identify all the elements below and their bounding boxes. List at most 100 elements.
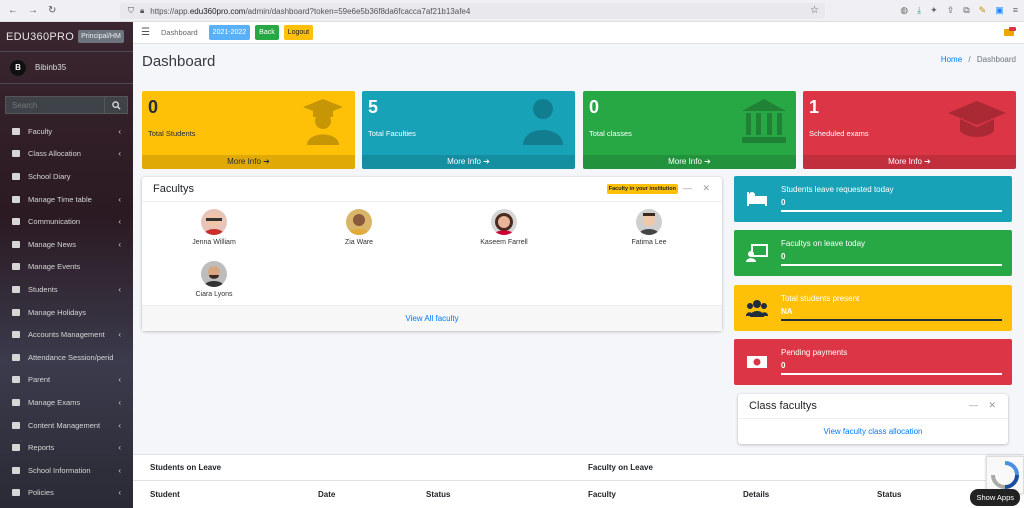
chalkboard-teacher-icon	[746, 244, 768, 262]
close-icon[interactable]: ✕	[988, 400, 996, 411]
sidebar-item-policies[interactable]: Policies ‹	[0, 482, 133, 505]
faculty-member[interactable]: Fatima Lee	[609, 209, 689, 246]
faculty-photo	[636, 209, 662, 235]
address-bar[interactable]: ⛉ 🔒︎ https://app.edu360pro.com/admin/das…	[120, 3, 825, 19]
students-icon	[10, 284, 22, 294]
breadcrumb-separator: /	[968, 55, 971, 64]
column-header-date: Date	[318, 490, 336, 499]
faculty-member[interactable]: Zia Ware	[319, 209, 399, 246]
content-icon	[10, 420, 22, 430]
sidebar-item-label: Students	[28, 284, 58, 294]
more-info-link[interactable]: More Info ➔	[583, 155, 796, 169]
faculty-photo	[201, 209, 227, 235]
sidebar-item-reports[interactable]: Reports ‹	[0, 436, 133, 459]
academic-year-button[interactable]: 2021-2022	[208, 25, 251, 40]
browser-nav: ← → ↻	[0, 5, 120, 16]
download-icon[interactable]: ⤓	[917, 5, 921, 16]
nav-dashboard-link[interactable]: Dashboard	[161, 28, 198, 37]
faculty-photo	[491, 209, 517, 235]
sidebar-item-manage-exams[interactable]: Manage Exams ‹	[0, 391, 133, 414]
faculty-member[interactable]: Jenna William	[174, 209, 254, 246]
pocket-icon[interactable]: ◍	[900, 5, 908, 16]
faculty-photo	[201, 261, 227, 287]
sidebar-item-school-diary[interactable]: School Diary	[0, 165, 133, 188]
hamburger-icon[interactable]: ☰	[141, 27, 150, 38]
breadcrumb-current: Dashboard	[976, 55, 1016, 64]
more-info-label: More Info	[447, 157, 481, 166]
share-icon[interactable]: ⇪	[947, 5, 955, 16]
sidebar-item-content-management[interactable]: Content Management ‹	[0, 414, 133, 437]
sidebar-item-label: Class Allocation	[28, 149, 81, 159]
minimize-icon[interactable]: —	[683, 183, 692, 193]
sidebar-item-label: Faculty	[28, 126, 53, 136]
stat-label: Total classes	[589, 129, 632, 138]
user-panel[interactable]: B Bibinb35	[0, 52, 133, 84]
faculty-member[interactable]: Ciara Lyons	[174, 261, 254, 298]
info-value: NA	[781, 307, 793, 316]
bookmark-star-icon[interactable]: ☆	[810, 5, 819, 16]
stat-value: 5	[368, 97, 379, 117]
column-header-status: Status	[877, 490, 902, 499]
menu-icon[interactable]: ≡	[1013, 5, 1018, 16]
sidebar-item-label: Content Management	[28, 420, 101, 430]
reload-icon[interactable]: ↻	[48, 5, 56, 16]
chevron-left-icon: ‹	[118, 465, 121, 475]
more-info-link[interactable]: More Info ➔	[362, 155, 575, 169]
close-icon[interactable]: ✕	[702, 183, 710, 194]
chevron-left-icon: ‹	[118, 284, 121, 294]
forward-arrow-icon[interactable]: →	[28, 5, 38, 16]
sidebar-item-manage-holidays[interactable]: Manage Holidays	[0, 301, 133, 324]
brand[interactable]: EDU360PRO Principal/HM	[0, 22, 133, 52]
search-input[interactable]	[5, 96, 105, 114]
more-info-link[interactable]: More Info ➔	[803, 155, 1016, 169]
faculty-badge: Faculty in your institution	[606, 184, 678, 194]
sidebar-item-parent[interactable]: Parent ‹	[0, 369, 133, 392]
sidebar-item-class-allocation[interactable]: Class Allocation ‹	[0, 143, 133, 166]
sidebar-item-faculty[interactable]: Faculty ‹	[0, 120, 133, 143]
class-allocation-link[interactable]: View faculty class allocation	[738, 427, 1008, 436]
sidebar-item-manage-events[interactable]: Manage Events	[0, 256, 133, 279]
chevron-left-icon: ‹	[118, 149, 121, 159]
sidebar-item-communication[interactable]: Communication ‹	[0, 210, 133, 233]
back-button[interactable]: Back	[255, 25, 279, 40]
user-name: Bibinb35	[35, 63, 67, 72]
stat-value: 1	[809, 97, 820, 117]
back-arrow-icon[interactable]: ←	[8, 5, 18, 16]
logout-button[interactable]: Logout	[283, 25, 314, 40]
more-info-label: More Info	[888, 157, 922, 166]
chevron-left-icon: ‹	[118, 420, 121, 430]
progress-bar	[781, 264, 1002, 266]
stat-total-students: 0 Total Students More Info ➔	[142, 91, 355, 169]
sidebar-item-manage-time-table[interactable]: Manage Time table ‹	[0, 188, 133, 211]
puzzle-icon[interactable]: ⧉	[963, 5, 969, 16]
browser-toolbar: ← → ↻ ⛉ 🔒︎ https://app.edu360pro.com/adm…	[0, 0, 1024, 22]
timetable-icon	[10, 194, 22, 204]
sidebar-menu: Faculty ‹ Class Allocation ‹ School Diary Man…	[0, 120, 133, 504]
card-title: Class facultys	[749, 400, 817, 412]
graduate-icon	[303, 99, 343, 145]
faculty-name: Ciara Lyons	[195, 291, 233, 298]
sidebar-item-students[interactable]: Students ‹	[0, 278, 133, 301]
extension-icon[interactable]: ✦	[930, 5, 938, 16]
sidebar-item-school-information[interactable]: School Information ‹	[0, 459, 133, 482]
profile-icon[interactable]: ▣	[995, 5, 1004, 16]
minimize-icon[interactable]: —	[969, 400, 978, 410]
chevron-left-icon: ‹	[118, 488, 121, 498]
breadcrumb-home[interactable]: Home	[941, 55, 962, 64]
search-button[interactable]	[105, 96, 128, 114]
sidebar-item-manage-news[interactable]: Manage News ‹	[0, 233, 133, 256]
view-all-faculty-link[interactable]: View All faculty	[142, 305, 722, 331]
pen-icon[interactable]: ✎	[979, 5, 987, 16]
faculty-member[interactable]: Kaseem Farrell	[464, 209, 544, 246]
sidebar-item-accounts-management[interactable]: Accounts Management ‹	[0, 323, 133, 346]
more-info-link[interactable]: More Info ➔	[142, 155, 355, 169]
sidebar-item-label: School Information	[28, 465, 91, 475]
avatar: B	[10, 59, 26, 76]
chevron-left-icon: ‹	[118, 375, 121, 385]
stat-label: Scheduled exams	[809, 129, 869, 138]
show-apps-button[interactable]: Show Apps	[970, 489, 1020, 506]
arrow-circle-right-icon: ➔	[483, 157, 490, 166]
sidebar-item-attendance-session-perid[interactable]: Attendance Session/perid	[0, 346, 133, 369]
notification-icon[interactable]	[1004, 27, 1016, 37]
progress-bar	[781, 373, 1002, 375]
